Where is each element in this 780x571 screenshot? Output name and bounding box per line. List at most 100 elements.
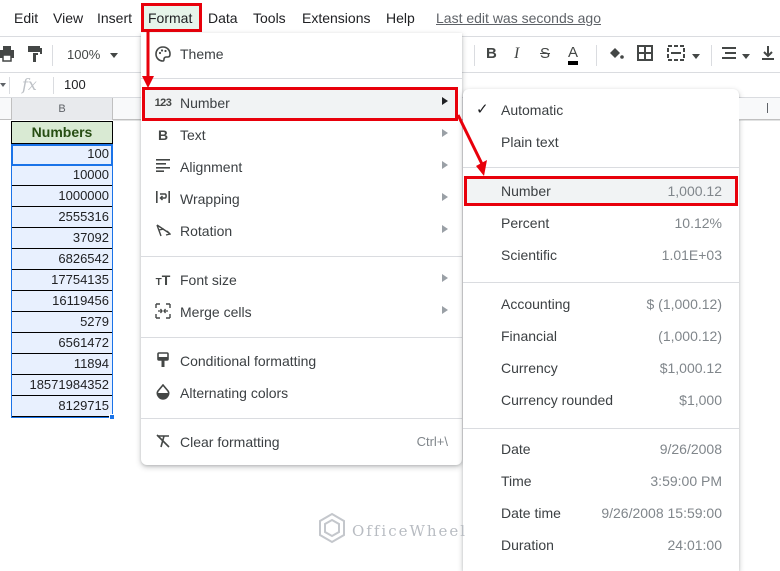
data-cell[interactable]: 100 [11,144,113,165]
number-format-example: 24:01:00 [667,537,723,553]
submenu-arrow-icon [442,161,448,169]
strikethrough-button[interactable]: S [540,45,550,62]
number-format-automatic[interactable]: ✓ Automatic [463,95,739,125]
format-menu-text[interactable]: B Text [141,120,462,150]
number-format-example: 3:59:00 PM [650,473,722,489]
number-format-example: 9/26/2008 [659,441,722,457]
fill-handle[interactable] [109,414,115,420]
format-menu-rotation[interactable]: Rotation [141,216,462,246]
zoom-dropdown-icon[interactable] [110,53,118,58]
format-menu-label: Alignment [180,159,243,175]
data-cell[interactable]: 11894 [11,354,113,375]
number-format-financial[interactable]: Financial (1,000.12) [463,321,739,351]
format-menu-merge-cells[interactable]: Merge cells [141,297,462,327]
number-format-label: Currency rounded [501,392,614,408]
number-format-time[interactable]: Time 3:59:00 PM [463,466,739,496]
number-format-currency[interactable]: Currency $1,000.12 [463,353,739,383]
column-header-mark [767,103,768,113]
number-format-example: 10.12% [674,215,722,231]
number-format-scientific[interactable]: Scientific 1.01E+03 [463,240,739,270]
paint-format-icon[interactable] [27,45,43,66]
rotation-icon [153,222,173,240]
valign-icon[interactable] [761,45,775,64]
menu-divider [463,282,739,283]
merge-dropdown-icon[interactable] [692,54,700,59]
color-drop-icon [153,383,173,402]
number-format-currency-rounded[interactable]: Currency rounded $1,000 [463,385,739,415]
borders-icon[interactable] [637,45,653,64]
format-menu-label: Theme [180,46,224,62]
formula-divider [53,77,54,94]
number-format-number[interactable]: Number 1,000.12 [463,176,739,206]
format-menu-label: Clear formatting [180,434,280,450]
data-cell[interactable]: 17754135 [11,270,113,291]
menu-data[interactable]: Data [208,9,238,27]
data-cell[interactable]: 18571984352 [11,375,113,396]
menu-insert[interactable]: Insert [97,9,132,27]
header-cell-numbers[interactable]: Numbers [11,121,113,144]
menu-extensions[interactable]: Extensions [302,9,370,27]
number-format-accounting[interactable]: Accounting $ (1,000.12) [463,289,739,319]
align-dropdown-icon[interactable] [742,54,750,59]
number-format-percent[interactable]: Percent 10.12% [463,208,739,238]
format-menu-alternating-colors[interactable]: Alternating colors [141,378,462,408]
data-cell[interactable]: 10000 [11,165,113,186]
number-format-duration[interactable]: Duration 24:01:00 [463,530,739,560]
formula-input[interactable]: 100 [64,77,86,92]
last-edit-link[interactable]: Last edit was seconds ago [436,9,601,27]
toolbar-divider [474,45,475,66]
align-icon[interactable] [721,45,737,64]
format-menu-label: Conditional formatting [180,353,317,369]
data-cell[interactable]: 37092 [11,228,113,249]
clear-format-icon [153,433,173,451]
number-format-plain-text[interactable]: Plain text [463,127,739,157]
format-menu-clear-formatting[interactable]: Clear formatting Ctrl+\ [141,427,462,457]
menu-tools[interactable]: Tools [253,9,286,27]
print-icon[interactable] [0,45,16,66]
name-box-dropdown-icon[interactable] [0,83,6,87]
menu-format[interactable]: Format [148,9,192,27]
wrap-icon [153,190,173,208]
data-cell[interactable]: 16119456 [11,291,113,312]
menu-edit[interactable]: Edit [14,9,38,27]
format-menu-theme[interactable]: Theme [141,39,462,69]
format-menu-wrapping[interactable]: Wrapping [141,184,462,214]
paint-roller-icon [153,352,173,370]
font-size-icon: TT [155,272,171,288]
bold-button[interactable]: B [486,45,497,62]
italic-button[interactable]: I [514,45,519,63]
format-menu-conditional-formatting[interactable]: Conditional formatting [141,346,462,376]
number-format-date[interactable]: Date 9/26/2008 [463,434,739,464]
data-cell[interactable]: 1000000 [11,186,113,207]
submenu-arrow-icon [442,306,448,314]
data-cell[interactable]: 8129715 [11,396,113,417]
number-format-example: $1,000.12 [659,360,722,376]
palette-icon [153,45,173,63]
submenu-arrow-icon [442,129,448,137]
format-menu-font-size[interactable]: TT Font size [141,265,462,295]
fill-color-icon[interactable] [607,45,625,66]
data-cell[interactable]: 2555316 [11,207,113,228]
format-menu-alignment[interactable]: Alignment [141,152,462,182]
shortcut-label: Ctrl+\ [416,434,448,449]
number-format-example: 1,000.12 [667,183,723,199]
data-cell[interactable]: 6826542 [11,249,113,270]
menu-bar: Edit View Insert Format Data Tools Exten… [0,0,780,36]
column-header-b[interactable]: B [11,98,113,120]
menu-help[interactable]: Help [386,9,415,27]
column-header-next [739,98,780,120]
menu-divider [141,418,462,419]
number-format-date-time[interactable]: Date time 9/26/2008 15:59:00 [463,498,739,528]
align-left-icon [153,158,173,176]
text-color-button[interactable]: A [568,45,579,65]
data-cell[interactable]: 6561472 [11,333,113,354]
format-menu-number[interactable]: 123 Number [141,88,462,118]
number-format-label: Number [501,183,551,199]
menu-view[interactable]: View [53,9,83,27]
merge-icon[interactable] [667,45,685,64]
zoom-select[interactable]: 100% [67,47,100,62]
menu-divider [463,167,739,168]
data-cell[interactable]: 5279 [11,312,113,333]
number-format-label: Automatic [501,102,564,118]
number-format-example: 9/26/2008 15:59:00 [601,505,722,521]
